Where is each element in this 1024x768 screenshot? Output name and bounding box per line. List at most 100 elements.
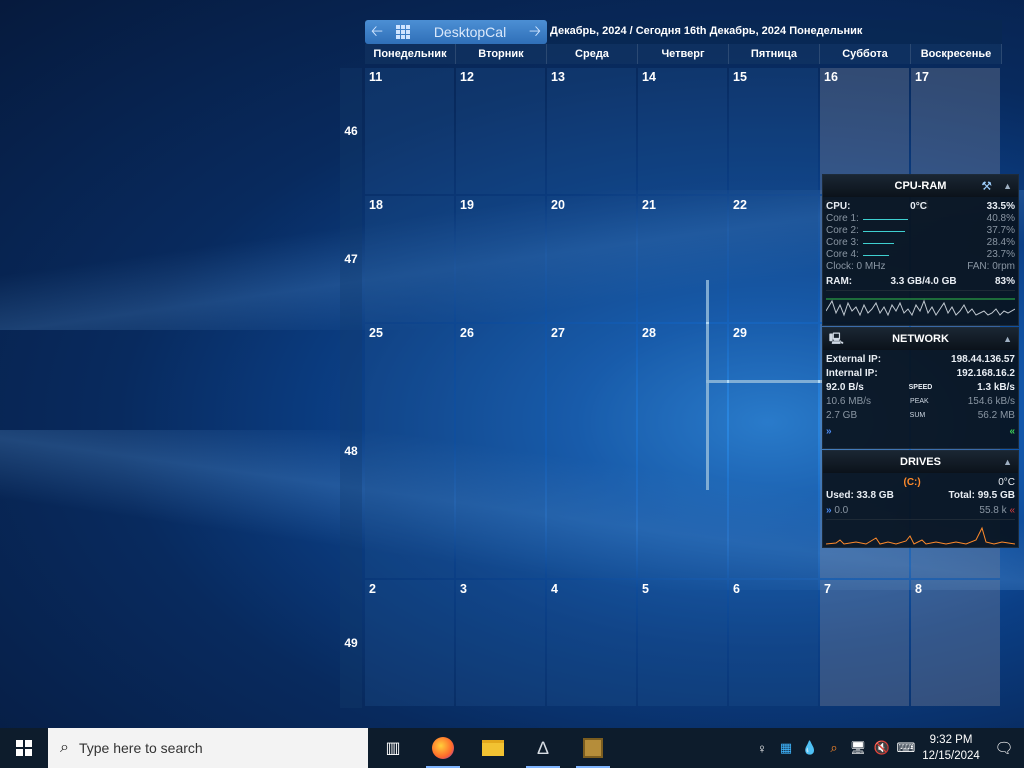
day-cell[interactable]: 13 xyxy=(547,68,636,194)
day-cell[interactable]: 20 xyxy=(547,196,636,322)
day-cell[interactable]: 6 xyxy=(729,580,818,706)
cpu-percent: 33.5% xyxy=(986,201,1015,212)
collapse-caret-icon[interactable]: ▲ xyxy=(1003,451,1012,473)
core-row: Core 3: 28.4% xyxy=(823,237,1018,249)
peak-down: 10.6 MB/s xyxy=(826,396,872,407)
app-icon: ∆ xyxy=(537,737,549,758)
widget-title: DRIVES xyxy=(900,456,941,468)
widget-title: CPU-RAM xyxy=(894,180,947,192)
keyboard-icon[interactable]: ⌨ xyxy=(894,740,918,756)
week-number: 48 xyxy=(344,444,358,458)
drive-used: Used: 33.8 GB xyxy=(826,490,894,501)
day-cell[interactable]: 28 xyxy=(638,324,727,578)
write-arrow-icon: « xyxy=(1009,505,1015,516)
day-cell[interactable]: 4 xyxy=(547,580,636,706)
core-load-bar xyxy=(863,231,905,232)
core-label: Core 1: xyxy=(826,213,859,224)
day-cell[interactable]: 3 xyxy=(456,580,545,706)
drive-io-row: » 0.0 55.8 k « xyxy=(823,505,1018,517)
drive-write: 55.8 k xyxy=(979,505,1007,516)
day-cell[interactable]: 26 xyxy=(456,324,545,578)
core-percent: 37.7% xyxy=(986,225,1015,236)
drive-read: 0.0 xyxy=(834,505,849,516)
archive-icon xyxy=(583,738,603,758)
download-arrow-icon: » xyxy=(826,426,832,437)
peak-up: 154.6 kB/s xyxy=(967,396,1015,407)
day-cell[interactable]: 15 xyxy=(729,68,818,194)
internal-ip-value: 192.168.16.2 xyxy=(956,368,1015,379)
file-explorer-button[interactable] xyxy=(468,728,518,768)
internal-ip-row: Internal IP: 192.168.16.2 xyxy=(823,368,1018,380)
widget-title: NETWORK xyxy=(892,333,949,345)
external-ip-value: 198.44.136.57 xyxy=(951,354,1015,365)
search-box[interactable]: ⌕ Type here to search xyxy=(48,728,368,768)
ram-label: RAM: xyxy=(826,276,853,287)
collapse-caret-icon[interactable]: ▲ xyxy=(1003,175,1012,197)
network-widget: 🖳 NETWORK ▲ External IP: 198.44.136.57 I… xyxy=(822,327,1019,449)
clock-fan-row: Clock: 0 MHz FAN: 0rpm xyxy=(823,261,1018,273)
core-row: Core 1: 40.8% xyxy=(823,213,1018,225)
windows-logo-icon xyxy=(16,740,32,756)
task-view-button[interactable]: ▥ xyxy=(368,728,418,768)
ram-row: RAM: 3.3 GB/4.0 GB 83% xyxy=(823,276,1018,288)
day-cell[interactable]: 27 xyxy=(547,324,636,578)
day-cell[interactable]: 29 xyxy=(729,324,818,578)
folder-icon xyxy=(482,740,504,756)
external-ip-label: External IP: xyxy=(826,354,882,365)
day-cell[interactable]: 22 xyxy=(729,196,818,322)
external-ip-row: External IP: 198.44.136.57 xyxy=(823,354,1018,366)
drives-widget: DRIVES ▲ (C:) 0°C Used: 33.8 GB Total: 9… xyxy=(822,450,1019,548)
day-cell[interactable]: 19 xyxy=(456,196,545,322)
weekday-label: Понедельник xyxy=(365,44,456,64)
day-cell[interactable]: 5 xyxy=(638,580,727,706)
settings-tools-icon[interactable]: ⚒ xyxy=(981,175,992,197)
archive-taskbar-button[interactable] xyxy=(568,728,618,768)
weekday-label: Среда xyxy=(547,44,638,64)
firefox-taskbar-button[interactable] xyxy=(418,728,468,768)
notification-icon[interactable]: 🗨 xyxy=(984,739,1024,757)
day-cell[interactable]: 8 xyxy=(911,580,1000,706)
people-icon[interactable]: ♀ xyxy=(750,741,774,756)
fan-speed: FAN: 0rpm xyxy=(967,261,1015,272)
day-cell[interactable]: 2 xyxy=(365,580,454,706)
weekday-label: Четверг xyxy=(638,44,729,64)
collapse-caret-icon[interactable]: ▲ xyxy=(1003,328,1012,350)
clock[interactable]: 9:32 PM 12/15/2024 xyxy=(918,732,984,764)
desktopcal-tray-icon[interactable]: ▦ xyxy=(774,740,798,756)
network-arrows-row: » « xyxy=(823,426,1018,438)
drive-temp: 0°C xyxy=(998,477,1015,488)
monitor-icon: 🖳 xyxy=(829,333,844,345)
search-icon: ⌕ xyxy=(60,739,69,756)
day-cell[interactable]: 14 xyxy=(638,68,727,194)
core-label: Core 4: xyxy=(826,249,859,260)
sum-down: 2.7 GB xyxy=(826,410,858,421)
weekday-label: Пятница xyxy=(729,44,820,64)
start-button[interactable] xyxy=(0,728,48,768)
day-cell[interactable]: 25 xyxy=(365,324,454,578)
firefox-icon xyxy=(432,737,454,759)
volume-muted-icon[interactable]: 🔇 xyxy=(870,740,894,756)
weekday-header-row: Понедельник Вторник Среда Четверг Пятниц… xyxy=(365,44,1002,64)
day-cell[interactable]: 12 xyxy=(456,68,545,194)
app-taskbar-button[interactable]: ∆ xyxy=(518,728,568,768)
day-cell[interactable]: 21 xyxy=(638,196,727,322)
speed-up: 1.3 kB/s xyxy=(977,382,1015,393)
week-number-column xyxy=(340,68,362,708)
network-icon[interactable]: 🖥 xyxy=(846,740,870,756)
day-cell[interactable]: 7 xyxy=(820,580,909,706)
peak-label: PEAK xyxy=(910,398,929,405)
prev-month-button[interactable]: 🡠 xyxy=(365,20,389,44)
core-percent: 40.8% xyxy=(986,213,1015,224)
clock-date: 12/15/2024 xyxy=(922,750,980,762)
drive-row: (C:) 0°C xyxy=(823,477,1018,489)
menu-grid-icon[interactable] xyxy=(389,20,417,44)
drop-icon[interactable]: 💧 xyxy=(798,740,822,756)
search-tray-icon[interactable]: ⌕ xyxy=(822,740,846,756)
cpu-row: CPU: 0°C 33.5% xyxy=(823,201,1018,213)
weekday-label: Вторник xyxy=(456,44,547,64)
next-month-button[interactable]: 🡢 xyxy=(523,20,547,44)
day-cell[interactable]: 18 xyxy=(365,196,454,322)
cpu-clock: Clock: 0 MHz xyxy=(826,261,886,272)
day-cell[interactable]: 11 xyxy=(365,68,454,194)
drive-total: Total: 99.5 GB xyxy=(948,490,1016,501)
